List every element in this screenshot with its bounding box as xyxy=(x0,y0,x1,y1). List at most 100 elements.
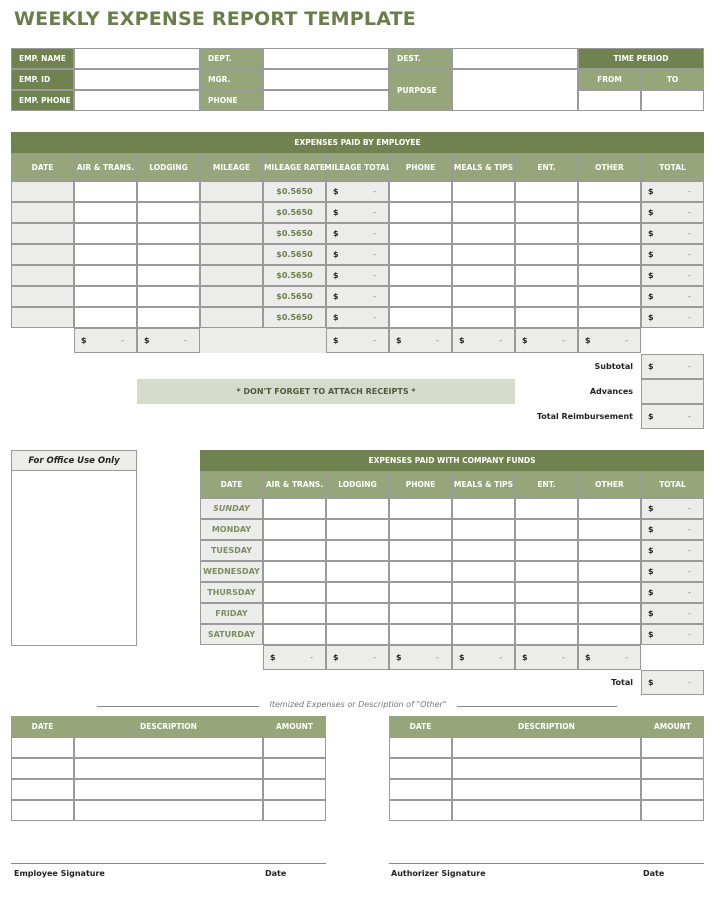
expense-input-cell[interactable] xyxy=(515,519,578,540)
expense-input-cell[interactable] xyxy=(11,181,74,202)
expense-input-cell[interactable] xyxy=(578,223,641,244)
expense-input-cell[interactable] xyxy=(578,603,641,624)
itemized-left-cell[interactable] xyxy=(74,779,263,800)
itemized-left-cell[interactable] xyxy=(263,737,326,758)
expense-input-cell[interactable] xyxy=(452,286,515,307)
expense-input-cell[interactable] xyxy=(389,223,452,244)
itemized-right-cell[interactable] xyxy=(641,758,704,779)
expense-input-cell[interactable] xyxy=(452,202,515,223)
expense-input-cell[interactable] xyxy=(452,561,515,582)
authorizer-signature-line[interactable] xyxy=(389,863,704,864)
expense-input-cell[interactable] xyxy=(515,244,578,265)
expense-input-cell[interactable] xyxy=(452,307,515,328)
expense-input-cell[interactable] xyxy=(200,181,263,202)
expense-input-cell[interactable] xyxy=(515,202,578,223)
itemized-right-cell[interactable] xyxy=(452,737,641,758)
purpose-field[interactable] xyxy=(452,69,578,111)
expense-input-cell[interactable] xyxy=(74,202,137,223)
expense-input-cell[interactable] xyxy=(326,624,389,645)
emp-id-field[interactable] xyxy=(74,69,200,90)
expense-input-cell[interactable] xyxy=(137,286,200,307)
itemized-left-cell[interactable] xyxy=(263,779,326,800)
itemized-right-cell[interactable] xyxy=(452,779,641,800)
expense-input-cell[interactable] xyxy=(74,286,137,307)
itemized-right-cell[interactable] xyxy=(452,800,641,821)
expense-input-cell[interactable] xyxy=(74,307,137,328)
itemized-right-cell[interactable] xyxy=(389,737,452,758)
itemized-left-cell[interactable] xyxy=(74,800,263,821)
expense-input-cell[interactable] xyxy=(578,561,641,582)
expense-input-cell[interactable] xyxy=(389,265,452,286)
expense-input-cell[interactable] xyxy=(263,519,326,540)
expense-input-cell[interactable] xyxy=(263,498,326,519)
expense-input-cell[interactable] xyxy=(578,286,641,307)
expense-input-cell[interactable] xyxy=(200,202,263,223)
expense-input-cell[interactable] xyxy=(578,265,641,286)
expense-input-cell[interactable] xyxy=(263,603,326,624)
expense-input-cell[interactable] xyxy=(11,244,74,265)
expense-input-cell[interactable] xyxy=(452,265,515,286)
expense-input-cell[interactable] xyxy=(515,181,578,202)
expense-input-cell[interactable] xyxy=(452,498,515,519)
expense-input-cell[interactable] xyxy=(515,540,578,561)
expense-input-cell[interactable] xyxy=(263,561,326,582)
expense-input-cell[interactable] xyxy=(389,582,452,603)
expense-input-cell[interactable] xyxy=(515,223,578,244)
itemized-right-cell[interactable] xyxy=(641,800,704,821)
expense-input-cell[interactable] xyxy=(515,307,578,328)
expense-input-cell[interactable] xyxy=(515,286,578,307)
expense-input-cell[interactable] xyxy=(11,223,74,244)
itemized-left-cell[interactable] xyxy=(11,737,74,758)
expense-input-cell[interactable] xyxy=(515,561,578,582)
from-field[interactable] xyxy=(578,90,641,111)
office-use-box[interactable] xyxy=(11,470,137,646)
employee-signature-line[interactable] xyxy=(11,863,326,864)
expense-input-cell[interactable] xyxy=(389,498,452,519)
expense-input-cell[interactable] xyxy=(326,519,389,540)
expense-input-cell[interactable] xyxy=(389,540,452,561)
expense-input-cell[interactable] xyxy=(137,265,200,286)
expense-input-cell[interactable] xyxy=(452,540,515,561)
expense-input-cell[interactable] xyxy=(326,540,389,561)
itemized-left-cell[interactable] xyxy=(11,779,74,800)
dept-field[interactable] xyxy=(263,48,389,69)
emp-name-field[interactable] xyxy=(74,48,200,69)
expense-input-cell[interactable] xyxy=(200,307,263,328)
expense-input-cell[interactable] xyxy=(263,582,326,603)
itemized-right-cell[interactable] xyxy=(389,800,452,821)
expense-input-cell[interactable] xyxy=(137,307,200,328)
itemized-left-cell[interactable] xyxy=(74,758,263,779)
expense-input-cell[interactable] xyxy=(452,223,515,244)
expense-input-cell[interactable] xyxy=(263,624,326,645)
expense-input-cell[interactable] xyxy=(578,582,641,603)
expense-input-cell[interactable] xyxy=(452,181,515,202)
expense-input-cell[interactable] xyxy=(137,202,200,223)
advances-field[interactable] xyxy=(641,379,704,404)
expense-input-cell[interactable] xyxy=(452,519,515,540)
expense-input-cell[interactable] xyxy=(578,181,641,202)
expense-input-cell[interactable] xyxy=(74,223,137,244)
expense-input-cell[interactable] xyxy=(137,223,200,244)
expense-input-cell[interactable] xyxy=(74,181,137,202)
expense-input-cell[interactable] xyxy=(389,202,452,223)
expense-input-cell[interactable] xyxy=(200,244,263,265)
itemized-right-cell[interactable] xyxy=(452,758,641,779)
expense-input-cell[interactable] xyxy=(515,603,578,624)
expense-input-cell[interactable] xyxy=(578,307,641,328)
expense-input-cell[interactable] xyxy=(263,540,326,561)
expense-input-cell[interactable] xyxy=(389,307,452,328)
expense-input-cell[interactable] xyxy=(389,286,452,307)
expense-input-cell[interactable] xyxy=(389,624,452,645)
expense-input-cell[interactable] xyxy=(452,582,515,603)
expense-input-cell[interactable] xyxy=(326,603,389,624)
itemized-right-cell[interactable] xyxy=(641,779,704,800)
itemized-left-cell[interactable] xyxy=(11,758,74,779)
expense-input-cell[interactable] xyxy=(578,519,641,540)
expense-input-cell[interactable] xyxy=(389,603,452,624)
expense-input-cell[interactable] xyxy=(137,181,200,202)
expense-input-cell[interactable] xyxy=(578,244,641,265)
expense-input-cell[interactable] xyxy=(326,582,389,603)
expense-input-cell[interactable] xyxy=(452,244,515,265)
expense-input-cell[interactable] xyxy=(11,265,74,286)
expense-input-cell[interactable] xyxy=(515,582,578,603)
